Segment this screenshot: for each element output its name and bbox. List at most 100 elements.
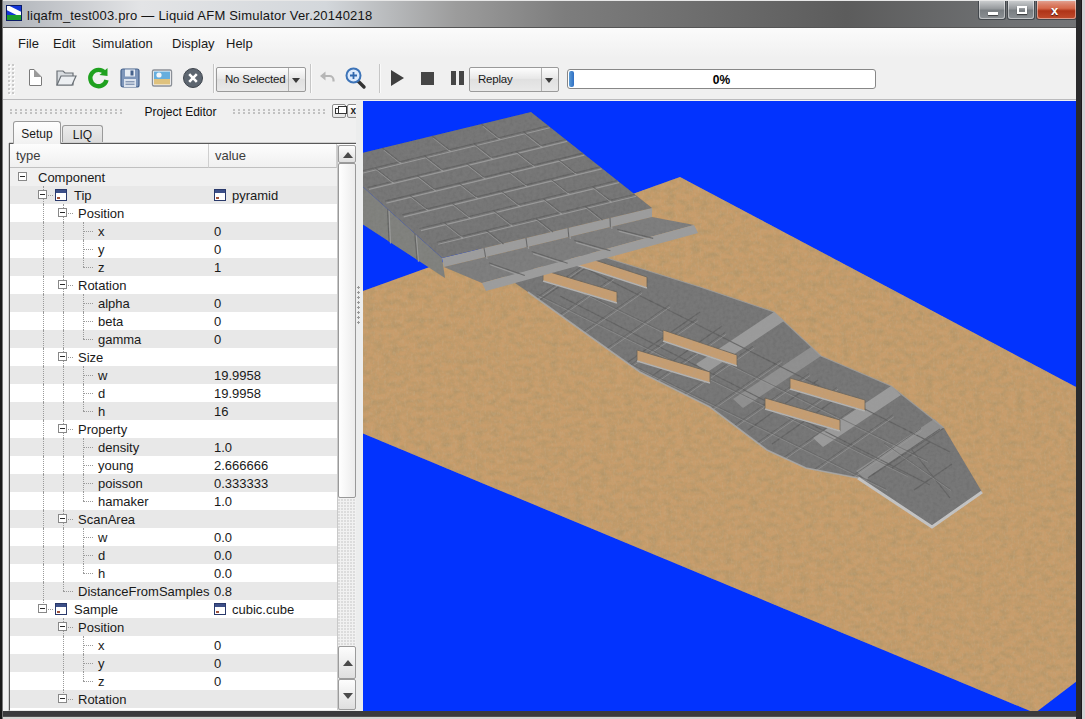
- new-file-button[interactable]: [24, 66, 48, 90]
- menu-edit[interactable]: Edit: [53, 36, 75, 51]
- tree-expander[interactable]: [58, 352, 67, 361]
- toolbar-drag-handle[interactable]: [7, 63, 15, 95]
- tree-row-property[interactable]: Property: [10, 420, 337, 438]
- tree-expander[interactable]: [38, 604, 47, 613]
- tree-expander[interactable]: [58, 514, 67, 523]
- tree-connector: [63, 474, 64, 492]
- tree-row-h[interactable]: h16: [10, 402, 337, 420]
- tree-row-poisson[interactable]: poisson0.333333: [10, 474, 337, 492]
- selection-combobox[interactable]: No Selected: [216, 67, 306, 92]
- tree-item-label: Size: [78, 350, 103, 365]
- menu-display[interactable]: Display: [172, 36, 215, 51]
- tree-row-tip[interactable]: Tippyramid: [10, 186, 337, 204]
- undo-button[interactable]: [316, 66, 340, 90]
- menu-help[interactable]: Help: [226, 36, 253, 51]
- tree-connector: [83, 249, 93, 250]
- window-frame-left: [0, 0, 3, 719]
- scroll-up-button-2[interactable]: [338, 646, 356, 679]
- title-bar[interactable]: liqafm_test003.pro — Liquid AFM Simulato…: [0, 0, 1085, 28]
- tree-row-distancefromsamples[interactable]: DistanceFromSamples0.8: [10, 582, 337, 600]
- tree-row-y[interactable]: y0: [10, 654, 337, 672]
- splitter[interactable]: [356, 101, 363, 711]
- tree-row-size[interactable]: Size: [10, 348, 337, 366]
- minimize-button[interactable]: [978, 1, 1006, 20]
- tree-row-h[interactable]: h0.0: [10, 564, 337, 582]
- tree-expander[interactable]: [38, 190, 47, 199]
- tree-connector: [43, 510, 44, 528]
- dock-titlebar[interactable]: Project Editor x: [8, 104, 353, 120]
- tree-expander[interactable]: [58, 622, 67, 631]
- play-button[interactable]: [385, 66, 409, 90]
- tree-row-young[interactable]: young2.666666: [10, 456, 337, 474]
- tree-row-w[interactable]: w19.9958: [10, 366, 337, 384]
- tree-row-scanarea[interactable]: ScanArea: [10, 510, 337, 528]
- menu-file[interactable]: File: [18, 36, 39, 51]
- tree-row-beta[interactable]: beta0: [10, 312, 337, 330]
- tree-connector: [83, 303, 93, 304]
- replay-combobox[interactable]: Replay: [469, 67, 559, 92]
- menu-simulation[interactable]: Simulation: [92, 36, 153, 51]
- snapshot-button[interactable]: [150, 66, 174, 90]
- tree-item-value: 0: [214, 674, 221, 689]
- tree-expander[interactable]: [58, 280, 67, 289]
- tab-setup[interactable]: Setup: [13, 121, 61, 144]
- tree-row-sample[interactable]: Samplecubic.cube: [10, 600, 337, 618]
- stop-button[interactable]: [415, 66, 439, 90]
- tree-connector: [63, 564, 64, 582]
- tree-item-label: z: [98, 260, 105, 275]
- tree-row-x[interactable]: x0: [10, 222, 337, 240]
- scrollbar-thumb[interactable]: [338, 163, 356, 498]
- selection-combobox-arrow: [288, 68, 305, 91]
- tree-connector: [83, 231, 93, 232]
- tree-row-d[interactable]: d19.9958: [10, 384, 337, 402]
- zoom-in-button[interactable]: [343, 66, 367, 90]
- tree-connector: [83, 501, 93, 502]
- scroll-up-button[interactable]: [338, 145, 356, 163]
- tree-item-value: 0.333333: [214, 476, 268, 491]
- close-button[interactable]: x: [1036, 1, 1077, 20]
- tree-item-value: 1.0: [214, 440, 232, 455]
- close-circle-icon: [181, 66, 205, 90]
- viewport-3d[interactable]: [363, 101, 1077, 711]
- tree-item-label: Tip: [74, 188, 92, 203]
- tab-liq-label: LIQ: [73, 128, 92, 142]
- tree-row-alpha[interactable]: alpha0: [10, 294, 337, 312]
- tree-row-z[interactable]: z1: [10, 258, 337, 276]
- tree-row-density[interactable]: density1.0: [10, 438, 337, 456]
- vertical-scrollbar[interactable]: [337, 145, 356, 710]
- tree-row-component[interactable]: Component: [10, 168, 337, 186]
- column-header-value[interactable]: value: [209, 144, 337, 168]
- tree-row-y[interactable]: y0: [10, 240, 337, 258]
- tree-expander[interactable]: [58, 694, 67, 703]
- window-frame-bottom: [0, 711, 1085, 719]
- maximize-button[interactable]: [1007, 1, 1035, 20]
- tree-expander[interactable]: [18, 172, 27, 181]
- column-header-type[interactable]: type: [10, 144, 209, 168]
- tree-row-d[interactable]: d0.0: [10, 546, 337, 564]
- pause-button[interactable]: [445, 66, 469, 90]
- zoom-in-icon: [343, 66, 367, 90]
- tree-row-rotation[interactable]: Rotation: [10, 276, 337, 294]
- close-document-button[interactable]: [181, 66, 205, 90]
- tree-item-label: w: [98, 368, 107, 383]
- tree-connector: [83, 402, 84, 411]
- tree-row-position[interactable]: Position: [10, 204, 337, 222]
- tree-row-x[interactable]: x0: [10, 636, 337, 654]
- save-button[interactable]: [118, 66, 142, 90]
- selection-combobox-value: No Selected: [225, 73, 285, 85]
- refresh-button[interactable]: [86, 66, 110, 90]
- dock-float-button[interactable]: [332, 104, 346, 118]
- tree-row-rotation[interactable]: Rotation: [10, 690, 337, 708]
- scroll-down-button[interactable]: [338, 679, 356, 710]
- tab-liq[interactable]: LIQ: [62, 125, 103, 144]
- open-file-button[interactable]: [54, 66, 78, 90]
- tree-row-hamaker[interactable]: hamaker1.0: [10, 492, 337, 510]
- tree-row-w[interactable]: w0.0: [10, 528, 337, 546]
- tree-row-position[interactable]: Position: [10, 618, 337, 636]
- tree-expander[interactable]: [58, 208, 67, 217]
- tree-row-z[interactable]: z0: [10, 672, 337, 690]
- tree-item-value: 19.9958: [214, 386, 261, 401]
- tree-expander[interactable]: [58, 424, 67, 433]
- scroll-up-icon-2: [343, 660, 353, 666]
- tree-row-gamma[interactable]: gamma0: [10, 330, 337, 348]
